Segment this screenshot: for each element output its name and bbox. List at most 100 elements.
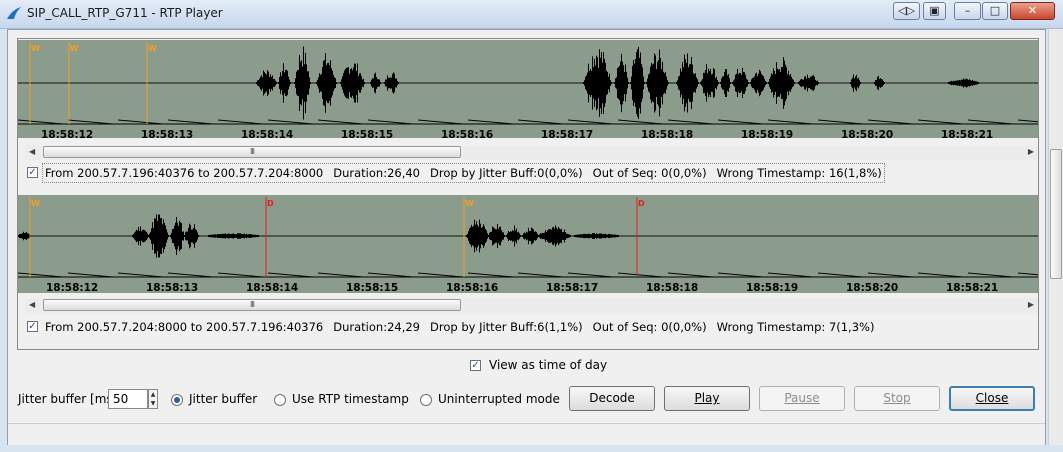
waveform-sample (851, 79, 852, 87)
waveform-sample (607, 71, 608, 95)
waveform-sample (753, 77, 754, 89)
waveform-sample (469, 228, 470, 244)
waveform-sample (953, 80, 954, 86)
waveform-sample (279, 77, 280, 89)
waveform-sample (236, 234, 237, 238)
waveform-sample (640, 52, 641, 114)
waveform-sample (172, 229, 173, 243)
waveform-sample (634, 63, 635, 103)
waveform-sample (333, 74, 334, 92)
waveform-sample (357, 63, 358, 103)
waveform-sample (481, 227, 482, 245)
waveform-sample (809, 77, 810, 89)
stream-1-checkbox[interactable]: ✓ (27, 167, 38, 178)
waveform-sample (735, 74, 736, 92)
waveform-sample (653, 63, 654, 103)
stream-2-hscroll[interactable]: ◀ III ▶ (25, 298, 1038, 313)
waveform-sample (615, 234, 616, 238)
waveform-sample (287, 70, 288, 96)
waveform-sample (21, 233, 22, 239)
waveform-sample (209, 234, 210, 238)
window-vscroll[interactable] (1048, 29, 1063, 445)
waveform-sample (806, 78, 807, 88)
waveform-sample (214, 234, 215, 238)
waveform-sample (528, 227, 529, 245)
title-bar: SIP_CALL_RTP_G711 - RTP Player ◁▷ ▣ – □ … (0, 0, 1063, 29)
waveform-sample (561, 228, 562, 244)
stream-1-hscroll[interactable]: ◀ III ▶ (25, 145, 1038, 160)
waveform-sample (580, 234, 581, 238)
waveform-sample (246, 233, 247, 239)
waveform-sample (219, 234, 220, 238)
stop-button[interactable]: Stop (854, 386, 940, 411)
waveform-sample (496, 229, 497, 243)
jitter-buffer-radio[interactable] (171, 394, 183, 406)
stream-1-waveform[interactable]: W W W 18:58:12 18:58:13 18:58:14 18:58:1… (18, 40, 1038, 138)
close-window-button[interactable]: ✕ (1010, 2, 1055, 20)
decode-button[interactable]: Decode (569, 386, 655, 411)
view-time-of-day-checkbox[interactable]: ✓ (470, 360, 481, 371)
scroll-thumb[interactable]: III (43, 299, 461, 311)
scroll-left-icon[interactable]: ◀ (29, 147, 35, 156)
stream-2-checkbox[interactable]: ✓ (27, 321, 38, 332)
waveform-sample (280, 72, 281, 94)
pause-button[interactable]: Pause (759, 386, 845, 411)
play-button[interactable]: Play (664, 386, 750, 411)
waveform-sample (22, 233, 23, 239)
waveform-sample (773, 68, 774, 98)
waveform-sample (227, 233, 228, 239)
time-label: 18:58:19 (746, 282, 798, 293)
window-menu-button[interactable]: ▣ (923, 2, 946, 20)
waveform-sample (583, 82, 584, 84)
stream-from: From 200.57.7.196:40376 to 200.57.7.204:… (45, 166, 324, 180)
waveform-sample (723, 76, 724, 90)
window-nav-button[interactable]: ◁▷ (893, 2, 920, 20)
waveform-sample (212, 234, 213, 238)
waveform-sample (156, 214, 157, 258)
waveform-sample (856, 74, 857, 92)
scroll-right-icon[interactable]: ▶ (1028, 147, 1034, 156)
waveform-sample (778, 69, 779, 97)
stream-2-waveform[interactable]: W D W D 18:58:12 18:58:13 18:58:14 18:58… (18, 195, 1038, 293)
waveform-sample (166, 229, 167, 243)
waveform-sample (343, 73, 344, 93)
waveform-sample (539, 234, 540, 238)
waveform-sample (633, 60, 634, 106)
waveform-sample (485, 228, 486, 244)
waveform-sample (295, 78, 296, 88)
jitter-spinner[interactable]: ▲ ▼ (148, 389, 158, 409)
waveform-sample (134, 232, 135, 240)
window-title: SIP_CALL_RTP_G711 - RTP Player (27, 6, 223, 20)
waveform-sample (762, 75, 763, 91)
waveform-sample (879, 79, 880, 87)
waveform-sample (545, 230, 546, 242)
waveform-sample (782, 67, 783, 99)
waveform-sample (813, 75, 814, 91)
waveform-sample (356, 71, 357, 95)
waveform-sample (254, 234, 255, 238)
waveform-sample (610, 234, 611, 238)
uninterrupted-radio[interactable] (420, 394, 432, 406)
waveform-sample (326, 65, 327, 101)
waveform-sample (230, 233, 231, 239)
waveform-sample (192, 229, 193, 243)
rtp-timestamp-radio[interactable] (274, 394, 286, 406)
waveform-sample (662, 61, 663, 105)
waveform-sample (647, 78, 648, 88)
waveform-sample (759, 69, 760, 97)
scroll-thumb[interactable]: III (43, 146, 461, 158)
waveform-sample (676, 82, 677, 84)
waveform-sample (515, 230, 516, 242)
scroll-right-icon[interactable]: ▶ (1028, 300, 1034, 309)
waveform-sample (361, 76, 362, 90)
waveform-sample (136, 229, 137, 243)
vscroll-thumb[interactable] (1050, 149, 1062, 279)
waveform-sample (497, 224, 498, 248)
maximize-button[interactable]: □ (982, 2, 1008, 20)
scroll-left-icon[interactable]: ◀ (29, 300, 35, 309)
waveform-sample (705, 70, 706, 96)
waveform-sample (527, 232, 528, 240)
close-button[interactable]: Close (949, 386, 1035, 411)
minimize-button[interactable]: – (954, 2, 981, 20)
jitter-buffer-input[interactable]: 50 (108, 389, 148, 409)
